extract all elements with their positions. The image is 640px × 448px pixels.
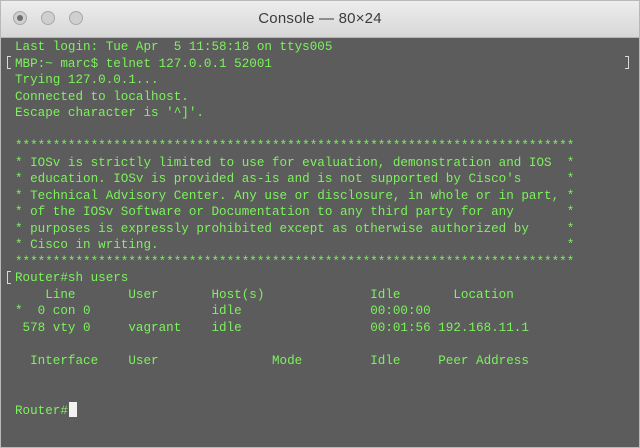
terminal-line: 578 vty 0 vagrant idle 00:01:56 192.168.… xyxy=(15,320,529,335)
terminal-line: ****************************************… xyxy=(15,139,575,153)
terminal-line: * education. IOSv is provided as-is and … xyxy=(15,172,575,186)
terminal-line: Trying 127.0.0.1... xyxy=(15,73,159,87)
terminal-line: ****************************************… xyxy=(15,254,575,269)
terminal-line: * IOSv is strictly limited to use for ev… xyxy=(15,155,575,170)
terminal-line: * Cisco in writing. * xyxy=(15,238,575,252)
shell-prompt: Router# xyxy=(15,404,68,418)
terminal-line: Escape character is '^]'. xyxy=(15,106,204,120)
prompt-line[interactable]: Router# xyxy=(15,402,625,419)
terminal-line: Router#sh users xyxy=(15,271,129,285)
terminal-output[interactable]: Last login: Tue Apr 5 11:58:18 on ttys00… xyxy=(15,39,625,439)
terminal-line: * of the IOSv Software or Documentation … xyxy=(15,205,575,219)
mark-bracket-icon xyxy=(7,271,11,284)
terminal-line: * 0 con 0 idle 00:00:00 xyxy=(15,304,431,318)
terminal-line: Line User Host(s) Idle Location xyxy=(15,287,514,302)
window-title: Console — 80×24 xyxy=(258,10,382,27)
mark-bracket-icon xyxy=(625,56,629,69)
terminal-line: Connected to localhost. xyxy=(15,89,189,104)
terminal-line: * purposes is expressly prohibited excep… xyxy=(15,221,575,236)
text-cursor xyxy=(68,402,77,417)
terminal-line: * Technical Advisory Center. Any use or … xyxy=(15,188,575,203)
terminal-line: MBP:~ marc$ telnet 127.0.0.1 52001 xyxy=(15,56,272,71)
title-bar[interactable]: Console — 80×24 xyxy=(1,1,639,38)
mark-bracket-icon xyxy=(7,56,11,69)
terminal-line: Interface User Mode Idle Peer Address xyxy=(15,353,529,368)
terminal-window: Console — 80×24 Last login: Tue Apr 5 11… xyxy=(0,0,640,448)
terminal-line: Last login: Tue Apr 5 11:58:18 on ttys00… xyxy=(15,40,333,54)
